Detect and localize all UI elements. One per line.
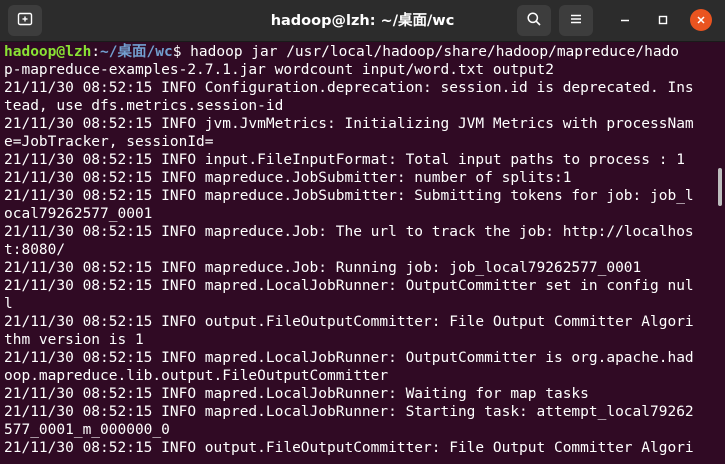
output-line: l bbox=[4, 296, 13, 312]
output-line: 21/11/30 08:52:15 INFO Configuration.dep… bbox=[4, 80, 694, 96]
command-continuation: p-mapreduce-examples-2.7.1.jar wordcount… bbox=[4, 62, 554, 78]
prompt-path: ~/桌面/wc bbox=[100, 44, 173, 60]
close-icon bbox=[695, 11, 707, 30]
search-button[interactable] bbox=[517, 5, 551, 36]
prompt-separator: : bbox=[91, 44, 101, 60]
maximize-icon bbox=[657, 11, 669, 30]
close-button[interactable] bbox=[690, 9, 712, 31]
output-line: thm version is 1 bbox=[4, 332, 144, 348]
output-line: 21/11/30 08:52:15 INFO jvm.JvmMetrics: I… bbox=[4, 116, 694, 132]
output-line: 21/11/30 08:52:15 INFO mapreduce.JobSubm… bbox=[4, 170, 572, 186]
command-text: hadoop jar /usr/local/hadoop/share/hadoo… bbox=[181, 44, 680, 60]
output-line: 21/11/30 08:52:15 INFO mapred.LocalJobRu… bbox=[4, 278, 694, 294]
output-line: 21/11/30 08:52:15 INFO output.FileOutput… bbox=[4, 314, 694, 330]
command-line: hadoop@lzh:~/桌面/wc$ hadoop jar /usr/loca… bbox=[4, 43, 715, 61]
output-line: 21/11/30 08:52:15 INFO mapreduce.Job: Ru… bbox=[4, 260, 642, 276]
terminal-window: hadoop@lzh: ~/桌面/wc hadoop@lzh:~/桌面/wc$ … bbox=[0, 0, 725, 464]
output-line: 577_0001_m_000000_0 bbox=[4, 422, 170, 438]
hamburger-menu-icon bbox=[568, 11, 584, 31]
terminal-output[interactable]: hadoop@lzh:~/桌面/wc$ hadoop jar /usr/loca… bbox=[0, 43, 715, 464]
output-line: 21/11/30 08:52:15 INFO output.FileOutput… bbox=[4, 440, 694, 456]
title-bar: hadoop@lzh: ~/桌面/wc bbox=[0, 0, 725, 42]
scrollbar-thumb[interactable] bbox=[718, 168, 722, 206]
output-line: 21/11/30 08:52:15 INFO mapred.LocalJobRu… bbox=[4, 386, 589, 402]
maximize-button[interactable] bbox=[652, 9, 674, 31]
prompt-user-host: hadoop@lzh bbox=[4, 44, 92, 60]
minimize-button[interactable] bbox=[614, 9, 636, 31]
output-line: oop.mapreduce.lib.output.FileOutputCommi… bbox=[4, 368, 389, 384]
output-line: 21/11/30 08:52:15 INFO mapreduce.JobSubm… bbox=[4, 188, 694, 204]
output-line: tead, use dfs.metrics.session-id bbox=[4, 98, 284, 114]
output-line: 21/11/30 08:52:15 INFO mapreduce.Job: Th… bbox=[4, 224, 694, 240]
output-line: ocal79262577_0001 bbox=[4, 206, 153, 222]
output-line: 21/11/30 08:52:15 INFO mapred.LocalJobRu… bbox=[4, 404, 694, 420]
search-icon bbox=[526, 11, 542, 31]
menu-button[interactable] bbox=[559, 5, 593, 36]
minimize-icon bbox=[619, 11, 631, 30]
output-line: 21/11/30 08:52:15 INFO mapred.LocalJobRu… bbox=[4, 350, 694, 366]
output-line: e=JobTracker, sessionId= bbox=[4, 134, 214, 150]
output-line: t:8080/ bbox=[4, 242, 66, 258]
output-line: 21/11/30 08:52:15 INFO input.FileInputFo… bbox=[4, 152, 685, 168]
